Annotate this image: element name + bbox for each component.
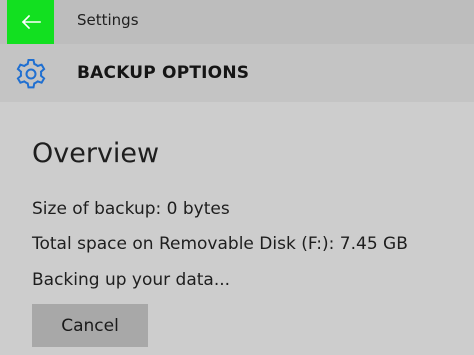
- back-button[interactable]: [7, 0, 54, 44]
- backup-status-text: Backing up your data...: [32, 270, 231, 290]
- cancel-button[interactable]: Cancel: [32, 304, 148, 347]
- page-title: BACKUP OPTIONS: [77, 63, 250, 83]
- section-heading: Overview: [32, 138, 160, 169]
- window-title: Settings: [77, 11, 139, 29]
- total-space-text: Total space on Removable Disk (F:): 7.45…: [32, 234, 408, 254]
- back-arrow-icon: [21, 14, 41, 30]
- gear-icon: [13, 56, 49, 92]
- backup-size-text: Size of backup: 0 bytes: [32, 199, 230, 219]
- title-bar: Settings: [0, 0, 474, 44]
